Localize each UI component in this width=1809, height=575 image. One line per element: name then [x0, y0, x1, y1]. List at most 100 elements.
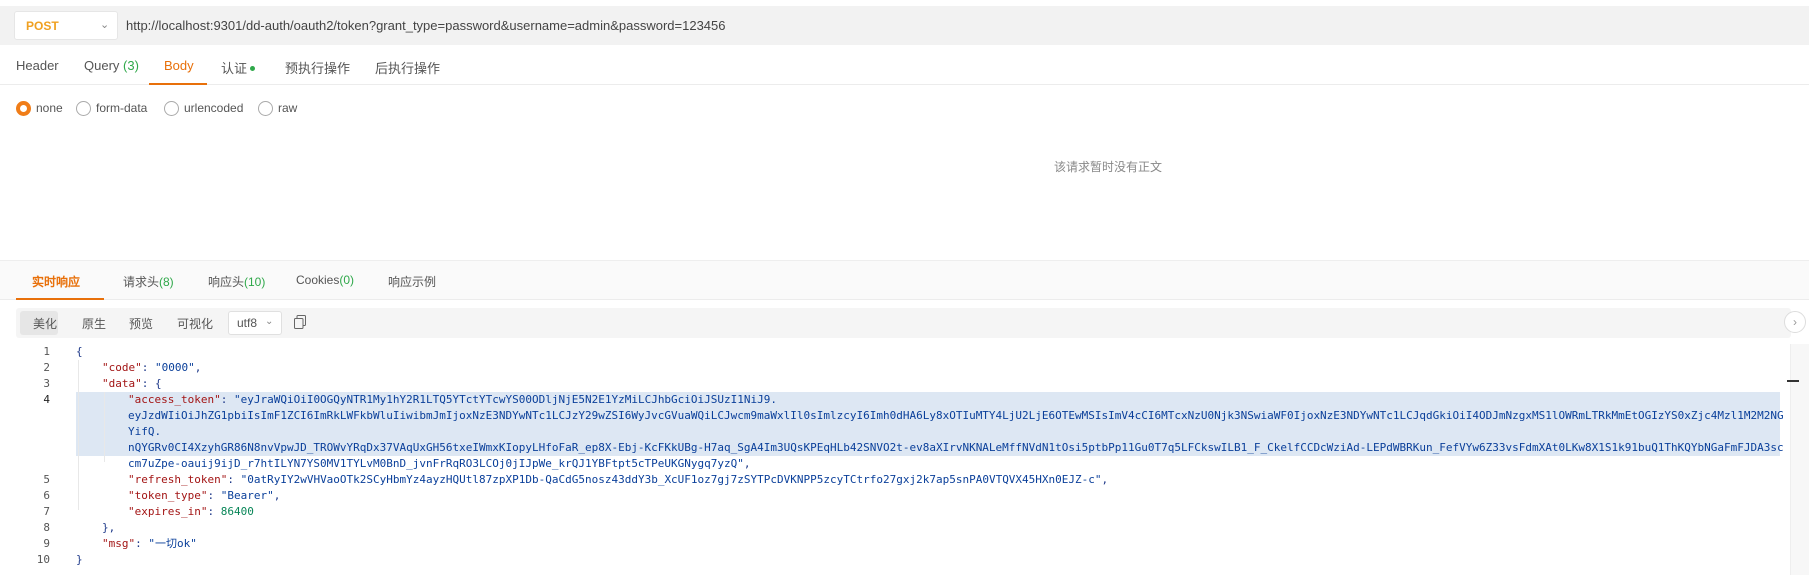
- editor-scrollbar[interactable]: [1790, 344, 1809, 575]
- json-string: "一切ok": [148, 537, 197, 550]
- json-string: YifQ.: [128, 425, 162, 438]
- json-key: "access_token": [128, 393, 221, 406]
- radio-urlencoded[interactable]: urlencoded: [164, 101, 243, 116]
- line-number: 9: [43, 537, 50, 550]
- url-bar: POST ⌄ http://localhost:9301/dd-auth/oau…: [0, 6, 1809, 45]
- tab-query[interactable]: Query (3): [84, 58, 139, 73]
- code-line: "access_token": "eyJraWQiOiI0OGQyNTR1My1…: [128, 393, 778, 406]
- url-input[interactable]: http://localhost:9301/dd-auth/oauth2/tok…: [126, 18, 726, 33]
- tab-pre-request[interactable]: 预执行操作: [285, 58, 350, 77]
- tab-count: (10): [244, 275, 266, 289]
- tab-label: Cookies: [296, 273, 340, 287]
- json-string: "0000": [155, 361, 195, 374]
- json-key: "refresh_token": [128, 473, 228, 486]
- line-number: 5: [43, 473, 50, 486]
- radio-raw[interactable]: raw: [258, 101, 297, 116]
- tab-count: (0): [339, 273, 355, 287]
- tab-response-examples[interactable]: 响应示例: [388, 273, 436, 290]
- code-line: "data": {: [102, 377, 162, 390]
- radio-label: urlencoded: [184, 101, 244, 115]
- line-number: 3: [43, 377, 50, 390]
- code-line: "msg": "一切ok": [102, 537, 197, 550]
- copy-icon[interactable]: [294, 315, 306, 329]
- request-tabs: Header Query (3) Body 认证 预执行操作 后执行操作: [0, 45, 1809, 85]
- json-key: "code": [102, 361, 142, 374]
- json-string: cm7uZpe-oauij9ijD_r7htILYN7YS0MV1TYLvM0B…: [128, 457, 744, 470]
- line-number: 7: [43, 505, 50, 518]
- collapse-panel-button[interactable]: ›: [1784, 311, 1806, 333]
- code-line-wrap: nQYGRv0CI4XzyhGR86N8nvVpwJD_TROWvYRqDx37…: [128, 440, 1784, 456]
- tab-response-headers[interactable]: 响应头(10): [208, 273, 265, 290]
- tab-cookies[interactable]: Cookies(0): [296, 273, 354, 287]
- json-key: "msg": [102, 537, 136, 550]
- json-string: nQYGRv0CI4XzyhGR86N8nvVpwJD_TROWvYRqDx37…: [128, 441, 1784, 454]
- view-beautify-button[interactable]: 美化: [33, 315, 57, 332]
- status-dot-icon: [250, 66, 256, 71]
- view-visualize-button[interactable]: 可视化: [177, 315, 213, 332]
- response-view-toolbar: 美化 原生 预览 可视化 utf8 ⌄: [16, 308, 1791, 338]
- radio-unchecked-icon: [258, 101, 273, 116]
- tab-body[interactable]: Body: [164, 58, 194, 73]
- code-line: },: [102, 521, 116, 534]
- response-code-editor[interactable]: 1 2 3 4 5 6 7 8 9 10 { "code": "0000", "…: [0, 344, 1790, 575]
- tab-count: (3): [123, 58, 139, 73]
- indent-guide: [104, 392, 105, 462]
- tab-label: 认证: [221, 61, 248, 76]
- tab-auth[interactable]: 认证: [221, 58, 256, 77]
- line-number: 1: [43, 345, 50, 358]
- tab-label: 预执行操作: [285, 61, 351, 76]
- empty-body-message: 该请求暂时没有正文: [1054, 160, 1163, 174]
- encoding-label: utf8: [237, 316, 258, 330]
- code-line: }: [76, 552, 83, 568]
- tab-header[interactable]: Header: [16, 58, 59, 73]
- radio-unchecked-icon: [76, 101, 91, 116]
- active-tab-indicator: [16, 298, 104, 300]
- code-line: "refresh_token": "0atRyIY2wVHVaoOTk2SCyH…: [128, 473, 1109, 486]
- tab-label: Body: [164, 58, 194, 73]
- radio-label: raw: [278, 101, 298, 115]
- tab-live-response[interactable]: 实时响应: [32, 273, 80, 290]
- chevron-down-icon: ⌄: [100, 19, 110, 31]
- code-line: "token_type": "Bearer",: [128, 489, 281, 502]
- indent-guide: [78, 360, 79, 510]
- json-string: "eyJraWQiOiI0OGQyNTR1My1hY2R1LTQ5YTctYTc…: [233, 393, 778, 406]
- tab-label: 响应头: [208, 275, 245, 289]
- line-number: 8: [43, 521, 50, 534]
- code-line: "code": "0000",: [102, 361, 202, 374]
- radio-none[interactable]: none: [16, 101, 63, 116]
- encoding-select[interactable]: utf8 ⌄: [228, 311, 282, 335]
- tab-count: (8): [159, 275, 174, 289]
- tab-label: 后执行操作: [375, 61, 441, 76]
- response-tabs: 实时响应 请求头(8) 响应头(10) Cookies(0) 响应示例: [0, 260, 1809, 300]
- tab-request-headers[interactable]: 请求头(8): [123, 273, 174, 290]
- view-raw-button[interactable]: 原生: [82, 315, 106, 332]
- code-line-wrap: eyJzdWIiOiJhZG1pbiIsImF1ZCI6ImRkLWFkbWlu…: [128, 408, 1784, 424]
- line-number: 10: [36, 553, 50, 566]
- tab-label: 响应示例: [388, 275, 437, 289]
- tab-post-request[interactable]: 后执行操作: [375, 58, 440, 77]
- json-string: eyJzdWIiOiJhZG1pbiIsImF1ZCI6ImRkLWFkbWlu…: [128, 409, 1784, 422]
- json-brace: }: [76, 553, 83, 566]
- json-string: "Bearer": [220, 489, 274, 502]
- radio-checked-icon: [16, 101, 31, 116]
- radio-unchecked-icon: [164, 101, 179, 116]
- code-line-wrap: cm7uZpe-oauij9ijD_r7htILYN7YS0MV1TYLvM0B…: [128, 457, 751, 470]
- code-line: {: [76, 344, 83, 360]
- tab-label: Query: [84, 58, 120, 73]
- chevron-down-icon: ⌄: [265, 316, 274, 327]
- tab-label: Header: [16, 58, 59, 73]
- radio-form-data[interactable]: form-data: [76, 101, 147, 116]
- line-number: 4: [43, 393, 50, 406]
- tab-label: 实时响应: [32, 275, 81, 289]
- json-key: "token_type": [128, 489, 208, 502]
- view-preview-button[interactable]: 预览: [129, 315, 153, 332]
- radio-label: none: [36, 101, 63, 115]
- line-number: 6: [43, 489, 50, 502]
- code-line-wrap: YifQ.: [128, 424, 161, 440]
- line-number: 2: [43, 361, 50, 374]
- code-line: "expires_in": 86400: [128, 505, 254, 518]
- method-select[interactable]: POST ⌄: [14, 11, 118, 40]
- json-key: "expires_in": [128, 505, 208, 518]
- active-tab-indicator: [149, 83, 207, 85]
- json-string: "0atRyIY2wVHVaoOTk2SCyHbmYz4ayzHQUtl87zp…: [240, 473, 1102, 486]
